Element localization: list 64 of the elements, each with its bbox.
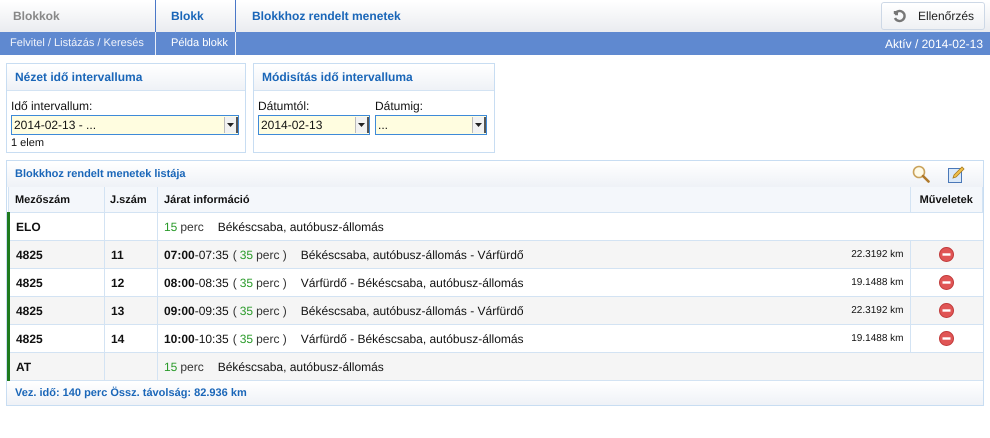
duration-unit: perc ): [256, 248, 287, 262]
dropdown-arrow-icon: [227, 123, 234, 127]
paren-text: (: [232, 332, 237, 346]
route-name: Békéscsaba, autóbusz-állomás - Várfürdő: [300, 248, 524, 262]
table-cell: AT: [8, 352, 104, 380]
check-button[interactable]: Ellenőrzés: [880, 2, 985, 30]
dropdown-field[interactable]: 2014-02-13: [258, 115, 370, 135]
distance-cell: 22.3192 km: [758, 240, 910, 268]
table-cell: 4825: [8, 296, 104, 324]
delete-icon[interactable]: [939, 275, 954, 290]
item-count: 1 elem: [11, 137, 46, 149]
duration-unit: perc: [180, 360, 204, 374]
duration-minutes: 15: [164, 360, 178, 374]
duration-minutes: 35: [240, 332, 254, 346]
refresh-icon: [892, 9, 906, 23]
route-name: Várfürdő - Békéscsaba, autóbusz-állomás: [300, 332, 524, 346]
breadcrumb-sublink[interactable]: Felvitel / Listázás / Keresés: [0, 32, 156, 55]
table-cell: 11: [104, 240, 158, 268]
duration-unit: perc ): [256, 332, 287, 346]
route-name: Várfürdő - Békéscsaba, autóbusz-állomás: [300, 276, 524, 290]
delete-icon[interactable]: [939, 303, 954, 318]
start-time: 07:00: [164, 248, 195, 262]
panel-title: Blokkhoz rendelt menetek listája: [15, 168, 187, 180]
duration-unit: perc: [180, 220, 204, 234]
dropdown-field[interactable]: ...: [375, 115, 487, 135]
field-label: Dátumig:: [375, 99, 424, 113]
end-time: -10:35: [194, 332, 229, 346]
start-time: 10:00: [164, 332, 195, 346]
column-header: Mezőszám: [8, 187, 104, 212]
paren-text: (: [232, 276, 237, 290]
delete-icon[interactable]: [939, 331, 954, 346]
duration-minutes: 15: [164, 220, 178, 234]
duration-minutes: 35: [240, 304, 254, 318]
table-cell: 4825: [8, 240, 104, 268]
start-time: 09:00: [164, 304, 195, 318]
end-time: -08:35: [194, 276, 229, 290]
column-header: Járat információ: [158, 187, 910, 212]
duration-minutes: 35: [240, 248, 254, 262]
delete-icon[interactable]: [939, 247, 954, 262]
column-header: Műveletek: [910, 187, 982, 212]
dropdown-arrow-icon: [358, 123, 365, 127]
start-time: 08:00: [164, 276, 195, 290]
distance-cell: 22.3192 km: [758, 296, 910, 324]
field-label: Dátumtól:: [258, 99, 310, 113]
breadcrumb-sublink[interactable]: Példa blokk: [156, 32, 236, 55]
status-text: Aktív / 2014-02-13: [884, 36, 984, 50]
place-name: Békéscsaba, autóbusz-állomás: [218, 360, 384, 374]
search-icon[interactable]: [912, 165, 930, 183]
dropdown-arrow-icon: [475, 123, 482, 127]
table-cell: 13: [104, 296, 158, 324]
route-name: Békéscsaba, autóbusz-állomás - Várfürdő: [300, 304, 524, 318]
duration-unit: perc ): [256, 276, 287, 290]
field-label: Idő intervallum:: [11, 99, 94, 113]
end-time: -07:35: [194, 248, 229, 262]
duration-unit: perc ): [256, 304, 287, 318]
breadcrumb-link[interactable]: Blokkhoz rendelt menetek: [236, 0, 401, 32]
paren-text: (: [232, 248, 237, 262]
edit-icon[interactable]: [948, 166, 965, 182]
duration-minutes: 35: [240, 276, 254, 290]
place-name: Békéscsaba, autóbusz-állomás: [218, 220, 384, 234]
column-header: J.szám: [104, 187, 158, 212]
paren-text: (: [232, 304, 237, 318]
dropdown-field[interactable]: 2014-02-13 - ...: [11, 115, 239, 135]
end-time: -09:35: [194, 304, 229, 318]
